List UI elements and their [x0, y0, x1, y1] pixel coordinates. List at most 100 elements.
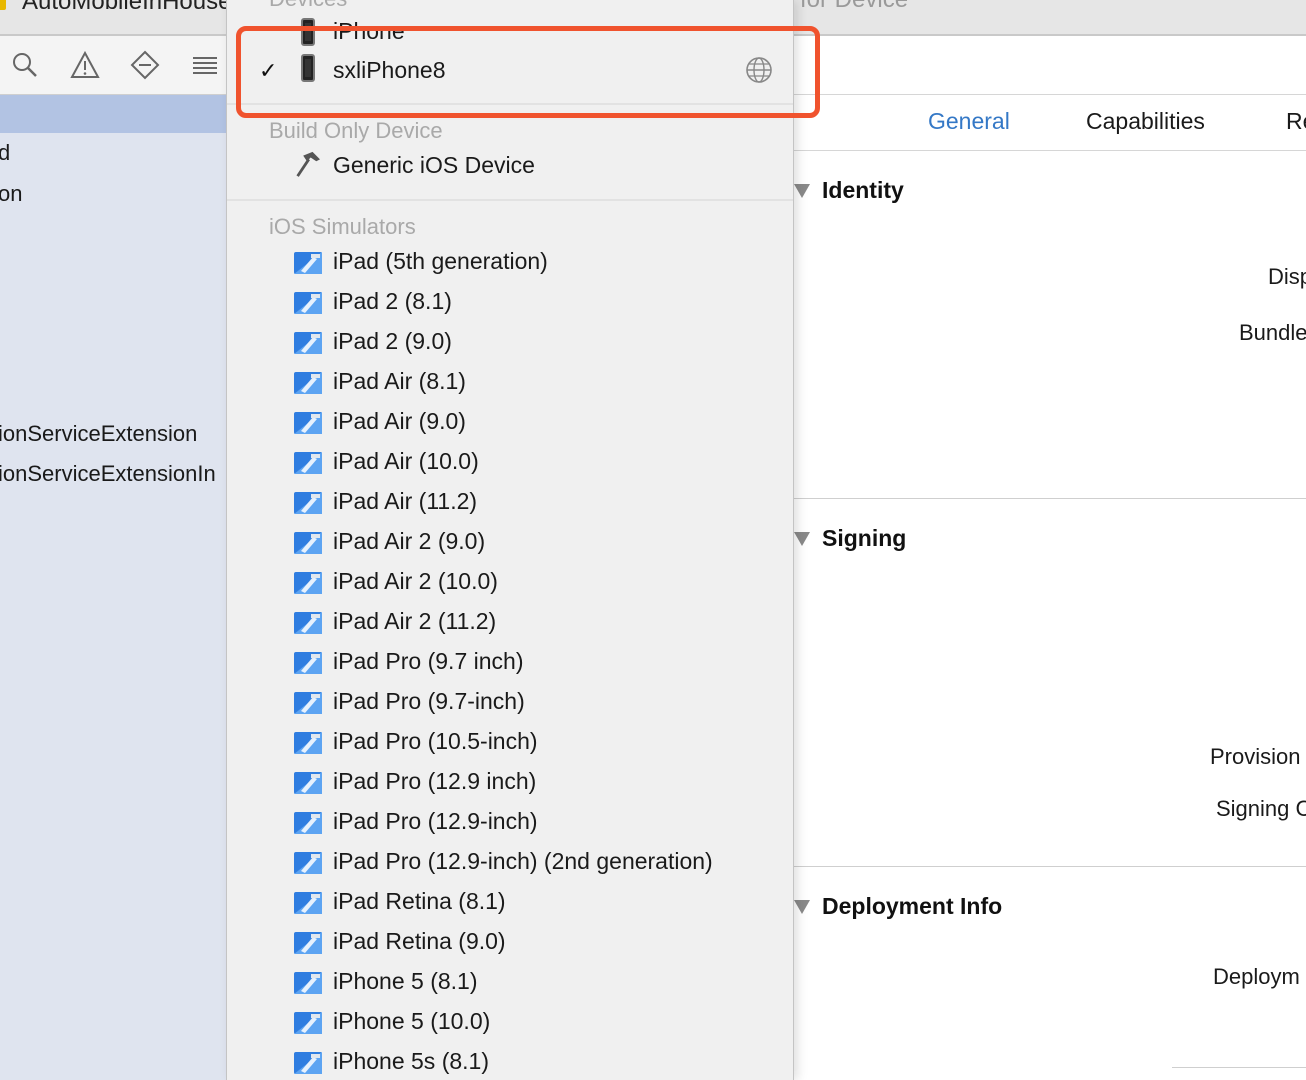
menu-header-ios-simulators: iOS Simulators	[269, 214, 416, 239]
menu-item-simulator[interactable]: iPad Air 2 (10.0)	[227, 562, 793, 602]
menu-item-simulator[interactable]: iPad Retina (9.0)	[227, 922, 793, 962]
simulator-icon	[294, 1052, 322, 1074]
section-title-signing: Signing	[822, 525, 907, 551]
simulator-icon	[294, 572, 322, 594]
destination-menu: Devices iPhone ✓ sxliPhone8 Build Only D…	[226, 0, 794, 1080]
scheme-selector[interactable]: AutoMobileInHouse	[22, 0, 231, 16]
field-label-signing-certificate: Signing C	[1216, 796, 1306, 821]
simulator-label: iPad (5th generation)	[333, 248, 548, 274]
field-label-display-name: Disp	[1268, 264, 1306, 289]
simulator-label: iPad Pro (12.9-inch)	[333, 808, 538, 834]
destination-selector[interactable]: for Device	[800, 0, 908, 14]
simulator-icon	[294, 972, 322, 994]
simulator-icon	[294, 812, 322, 834]
simulator-label: iPad 2 (8.1)	[333, 288, 452, 314]
menu-item-simulator[interactable]: iPad 2 (8.1)	[227, 282, 793, 322]
simulator-icon	[294, 652, 322, 674]
menu-item-simulator[interactable]: iPhone 5 (10.0)	[227, 1002, 793, 1042]
disclosure-triangle-icon[interactable]	[794, 532, 810, 546]
simulator-icon	[294, 452, 322, 474]
simulator-icon	[294, 412, 322, 434]
simulator-icon	[294, 292, 322, 314]
navigator-item[interactable]: ionServiceExtension	[0, 421, 197, 447]
report-list-icon[interactable]	[190, 50, 220, 80]
simulator-label: iPad Air (10.0)	[333, 448, 479, 474]
menu-item-simulator[interactable]: iPad 2 (9.0)	[227, 322, 793, 362]
menu-item-simulator[interactable]: iPhone 5 (8.1)	[227, 962, 793, 1002]
navigator-selector-bar	[0, 36, 226, 95]
test-diamond-icon[interactable]	[130, 50, 160, 80]
disclosure-triangle-icon[interactable]	[794, 184, 810, 198]
section-title-identity: Identity	[822, 177, 904, 203]
simulator-label: iPad Pro (10.5-inch)	[333, 728, 538, 754]
tab-capabilities[interactable]: Capabilities	[1086, 108, 1205, 135]
divider	[1172, 1067, 1306, 1068]
simulator-label: iPad Air 2 (10.0)	[333, 568, 498, 594]
simulator-label: iPhone 5s (8.1)	[333, 1048, 489, 1074]
simulator-icon	[294, 932, 322, 954]
divider	[792, 94, 1306, 95]
tab-general[interactable]: General	[928, 108, 1010, 135]
divider	[792, 866, 1306, 867]
simulator-label: iPad Air (11.2)	[333, 488, 478, 514]
menu-item-simulator[interactable]: iPad Air (10.0)	[227, 442, 793, 482]
navigator-item[interactable]: ionServiceExtensionIn	[0, 461, 216, 487]
warning-icon[interactable]	[70, 50, 100, 80]
simulator-label: iPad Air (8.1)	[333, 368, 466, 394]
simulator-label: iPad Pro (9.7-inch)	[333, 688, 525, 714]
simulator-icon	[294, 772, 322, 794]
navigator-item[interactable]: on	[0, 181, 22, 207]
disclosure-triangle-icon[interactable]	[794, 900, 810, 914]
highlight-annotation	[236, 26, 820, 118]
simulator-label: iPad Retina (8.1)	[333, 888, 506, 914]
menu-header-devices: Devices	[269, 0, 347, 12]
simulator-label: iPhone 5 (8.1)	[333, 968, 478, 994]
menu-item-simulator[interactable]: iPad Pro (9.7-inch)	[227, 682, 793, 722]
field-label-deployment-target: Deploym	[1213, 964, 1300, 989]
simulator-icon	[294, 1012, 322, 1034]
simulator-icon	[294, 532, 322, 554]
menu-item-generic-ios-device[interactable]: Generic iOS Device	[227, 146, 793, 186]
search-icon[interactable]	[10, 50, 40, 80]
menu-item-simulator[interactable]: iPad Air 2 (9.0)	[227, 522, 793, 562]
project-editor: General Capabilities Re Identity Disp Bu…	[792, 36, 1306, 1080]
tab-resource[interactable]: Re	[1286, 108, 1306, 135]
menu-item-simulator[interactable]: iPad Pro (12.9-inch) (2nd generation)	[227, 842, 793, 882]
simulator-icon	[294, 252, 322, 274]
simulator-label: iPad Air 2 (9.0)	[333, 528, 486, 554]
simulator-label: iPad Pro (12.9-inch) (2nd generation)	[333, 848, 713, 874]
menu-item-simulator[interactable]: iPad Retina (8.1)	[227, 882, 793, 922]
menu-item-simulator[interactable]: iPad Air (11.2)	[227, 482, 793, 522]
simulator-label: iPad Pro (12.9 inch)	[333, 768, 537, 794]
hammer-icon	[296, 151, 320, 177]
simulator-icon	[294, 852, 322, 874]
menu-item-simulator[interactable]: iPad (5th generation)	[227, 242, 793, 282]
menu-item-simulator[interactable]: iPad Pro (10.5-inch)	[227, 722, 793, 762]
simulator-label: iPad Air (9.0)	[333, 408, 466, 434]
divider	[792, 498, 1306, 499]
simulator-label: iPad 2 (9.0)	[333, 328, 452, 354]
field-label-provisioning: Provision	[1210, 744, 1301, 769]
simulator-label: iPad Retina (9.0)	[333, 928, 506, 954]
project-navigator: d on ionServiceExtension ionServiceExten…	[0, 95, 226, 1080]
menu-item-simulator[interactable]: iPad Pro (12.9 inch)	[227, 762, 793, 802]
divider	[792, 150, 1306, 151]
field-label-bundle-identifier: Bundle	[1239, 320, 1306, 345]
scheme-app-icon	[0, 0, 6, 10]
menu-item-simulator[interactable]: iPad Pro (9.7 inch)	[227, 642, 793, 682]
menu-item-simulator[interactable]: iPad Air 2 (11.2)	[227, 602, 793, 642]
simulator-label: iPhone 5 (10.0)	[333, 1008, 491, 1034]
simulator-icon	[294, 332, 322, 354]
simulator-icon	[294, 732, 322, 754]
menu-item-simulator[interactable]: iPad Air (8.1)	[227, 362, 793, 402]
simulator-icon	[294, 692, 322, 714]
simulator-icon	[294, 372, 322, 394]
menu-item-simulator[interactable]: iPad Pro (12.9-inch)	[227, 802, 793, 842]
menu-separator	[227, 199, 793, 201]
menu-item-simulator[interactable]: iPhone 5s (8.1)	[227, 1042, 793, 1080]
navigator-selected-row[interactable]	[0, 95, 226, 133]
menu-item-simulator[interactable]: iPad Air (9.0)	[227, 402, 793, 442]
device-label: Generic iOS Device	[333, 152, 535, 178]
simulator-label: iPad Pro (9.7 inch)	[333, 648, 524, 674]
navigator-item[interactable]: d	[0, 140, 10, 166]
